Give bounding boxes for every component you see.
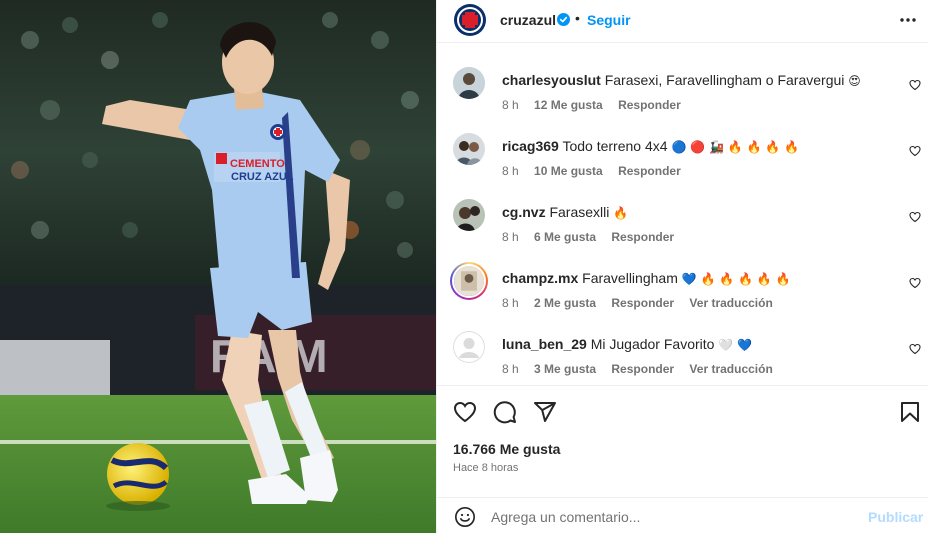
comment-like-heart-icon[interactable]: [909, 343, 921, 355]
comment-time: 8 h: [502, 230, 519, 244]
default-avatar-icon: [453, 331, 485, 363]
verified-badge-icon: [557, 13, 570, 26]
comment-meta: 8 h 2 Me gusta Responder Ver traducción: [502, 296, 785, 310]
comment-likes[interactable]: 12 Me gusta: [534, 98, 603, 112]
comment-text: cg.nvz Farasexlli 🔥: [502, 203, 892, 222]
reply-button[interactable]: Responder: [611, 230, 674, 244]
comment-body: Mi Jugador Favorito: [590, 336, 715, 352]
avatar-photo: [453, 67, 485, 99]
comment-body: Farasexlli: [549, 204, 610, 220]
comment-text: luna_ben_29 Mi Jugador Favorito 🤍 💙: [502, 335, 892, 354]
commenter-avatar-story-ring[interactable]: [450, 262, 488, 300]
comment-likes[interactable]: 10 Me gusta: [534, 164, 603, 178]
comment-emoji: 🔥: [613, 206, 629, 220]
post-author-username[interactable]: cruzazul: [500, 12, 556, 28]
header-separator: •: [575, 10, 580, 26]
comment-emoji: 💙 🔥 🔥 🔥 🔥 🔥: [681, 272, 791, 286]
publish-button[interactable]: Publicar: [868, 509, 923, 525]
avatar-photo: [453, 133, 485, 165]
commenter-avatar[interactable]: [453, 331, 485, 363]
avatar-photo: [453, 199, 485, 231]
save-bookmark-icon[interactable]: [898, 400, 922, 424]
comment-item: ricag369 Todo terreno 4x4 🔵 🔴 🚂 🔥 🔥 🔥 🔥 …: [437, 118, 928, 178]
emoji-smiley-icon[interactable]: [454, 506, 476, 528]
reply-button[interactable]: Responder: [611, 362, 674, 376]
post-details-panel: cruzazul • Seguir charlesyouslut Farasex…: [436, 0, 928, 533]
action-bar-divider: [437, 385, 928, 386]
see-translation-button[interactable]: Ver traducción: [689, 362, 772, 376]
comments-list[interactable]: charlesyouslut Farasexi, Faravellingham …: [437, 52, 928, 385]
cruzazul-avatar[interactable]: [454, 4, 486, 36]
commenter-avatar[interactable]: [453, 67, 485, 99]
comment-item: luna_ben_29 Mi Jugador Favorito 🤍 💙 8 h …: [437, 316, 928, 376]
see-translation-button[interactable]: Ver traducción: [689, 296, 772, 310]
comment-body: Farasexi, Faravellingham o Faravergui: [604, 72, 845, 88]
comment-username[interactable]: charlesyouslut: [502, 72, 601, 88]
player-photo: RAIM CEMENTO CRUZ AZUL: [0, 0, 436, 533]
comment-meta: 8 h 3 Me gusta Responder Ver traducción: [502, 362, 785, 376]
post-photo[interactable]: RAIM CEMENTO CRUZ AZUL: [0, 0, 436, 533]
comment-like-heart-icon[interactable]: [909, 277, 921, 289]
comment-time: 8 h: [502, 98, 519, 112]
comment-username[interactable]: champz.mx: [502, 270, 578, 286]
reply-button[interactable]: Responder: [618, 164, 681, 178]
avatar-photo: [452, 264, 486, 298]
comment-text: charlesyouslut Farasexi, Faravellingham …: [502, 71, 892, 90]
comment-bubble-icon[interactable]: [493, 400, 517, 424]
comment-body: Faravellingham: [582, 270, 678, 286]
like-heart-icon[interactable]: [453, 400, 477, 424]
comment-like-heart-icon[interactable]: [909, 79, 921, 91]
crest-cross-bar: [462, 15, 478, 25]
shirt-sponsor-line2: CRUZ AZUL: [231, 171, 294, 183]
comment-item: champz.mx Faravellingham 💙 🔥 🔥 🔥 🔥 🔥 8 h…: [437, 250, 928, 310]
comment-username[interactable]: luna_ben_29: [502, 336, 587, 352]
post-likes-count[interactable]: 16.766 Me gusta: [453, 441, 560, 457]
comment-likes[interactable]: 2 Me gusta: [534, 296, 596, 310]
comment-body: Todo terreno 4x4: [562, 138, 668, 154]
reply-button[interactable]: Responder: [611, 296, 674, 310]
comment-text: champz.mx Faravellingham 💙 🔥 🔥 🔥 🔥 🔥: [502, 269, 892, 288]
comment-time: 8 h: [502, 296, 519, 310]
commenter-avatar[interactable]: [453, 199, 485, 231]
more-options-icon[interactable]: [899, 13, 917, 27]
comment-time: 8 h: [502, 164, 519, 178]
share-paper-plane-icon[interactable]: [533, 400, 557, 424]
comment-emoji: 😍: [848, 74, 861, 88]
comment-time: 8 h: [502, 362, 519, 376]
comment-meta: 8 h 6 Me gusta Responder: [502, 230, 686, 244]
reply-button[interactable]: Responder: [618, 98, 681, 112]
shirt-sponsor-line1: CEMENTO: [230, 158, 285, 170]
comment-emoji: 🔵 🔴 🚂 🔥 🔥 🔥 🔥: [671, 140, 799, 154]
comment-meta: 8 h 12 Me gusta Responder: [502, 98, 693, 112]
comment-item: cg.nvz Farasexlli 🔥 8 h 6 Me gusta Respo…: [437, 184, 928, 244]
post-timestamp[interactable]: Hace 8 horas: [453, 462, 518, 474]
comment-username[interactable]: ricag369: [502, 138, 559, 154]
comment-username[interactable]: cg.nvz: [502, 204, 546, 220]
comment-item: charlesyouslut Farasexi, Faravellingham …: [437, 52, 928, 112]
commenter-avatar[interactable]: [453, 133, 485, 165]
comment-like-heart-icon[interactable]: [909, 145, 921, 157]
comment-text: ricag369 Todo terreno 4x4 🔵 🔴 🚂 🔥 🔥 🔥 🔥: [502, 137, 892, 156]
comment-likes[interactable]: 3 Me gusta: [534, 362, 596, 376]
comment-likes[interactable]: 6 Me gusta: [534, 230, 596, 244]
follow-button[interactable]: Seguir: [587, 12, 631, 28]
add-comment-bar: Publicar: [437, 497, 928, 533]
comment-emoji: 🤍 💙: [718, 338, 753, 352]
post-header: cruzazul • Seguir: [437, 0, 928, 43]
comment-like-heart-icon[interactable]: [909, 211, 921, 223]
comment-meta: 8 h 10 Me gusta Responder: [502, 164, 693, 178]
add-comment-input[interactable]: [491, 506, 851, 528]
post-modal: RAIM CEMENTO CRUZ AZUL cruzazul • Seguir…: [0, 0, 928, 533]
